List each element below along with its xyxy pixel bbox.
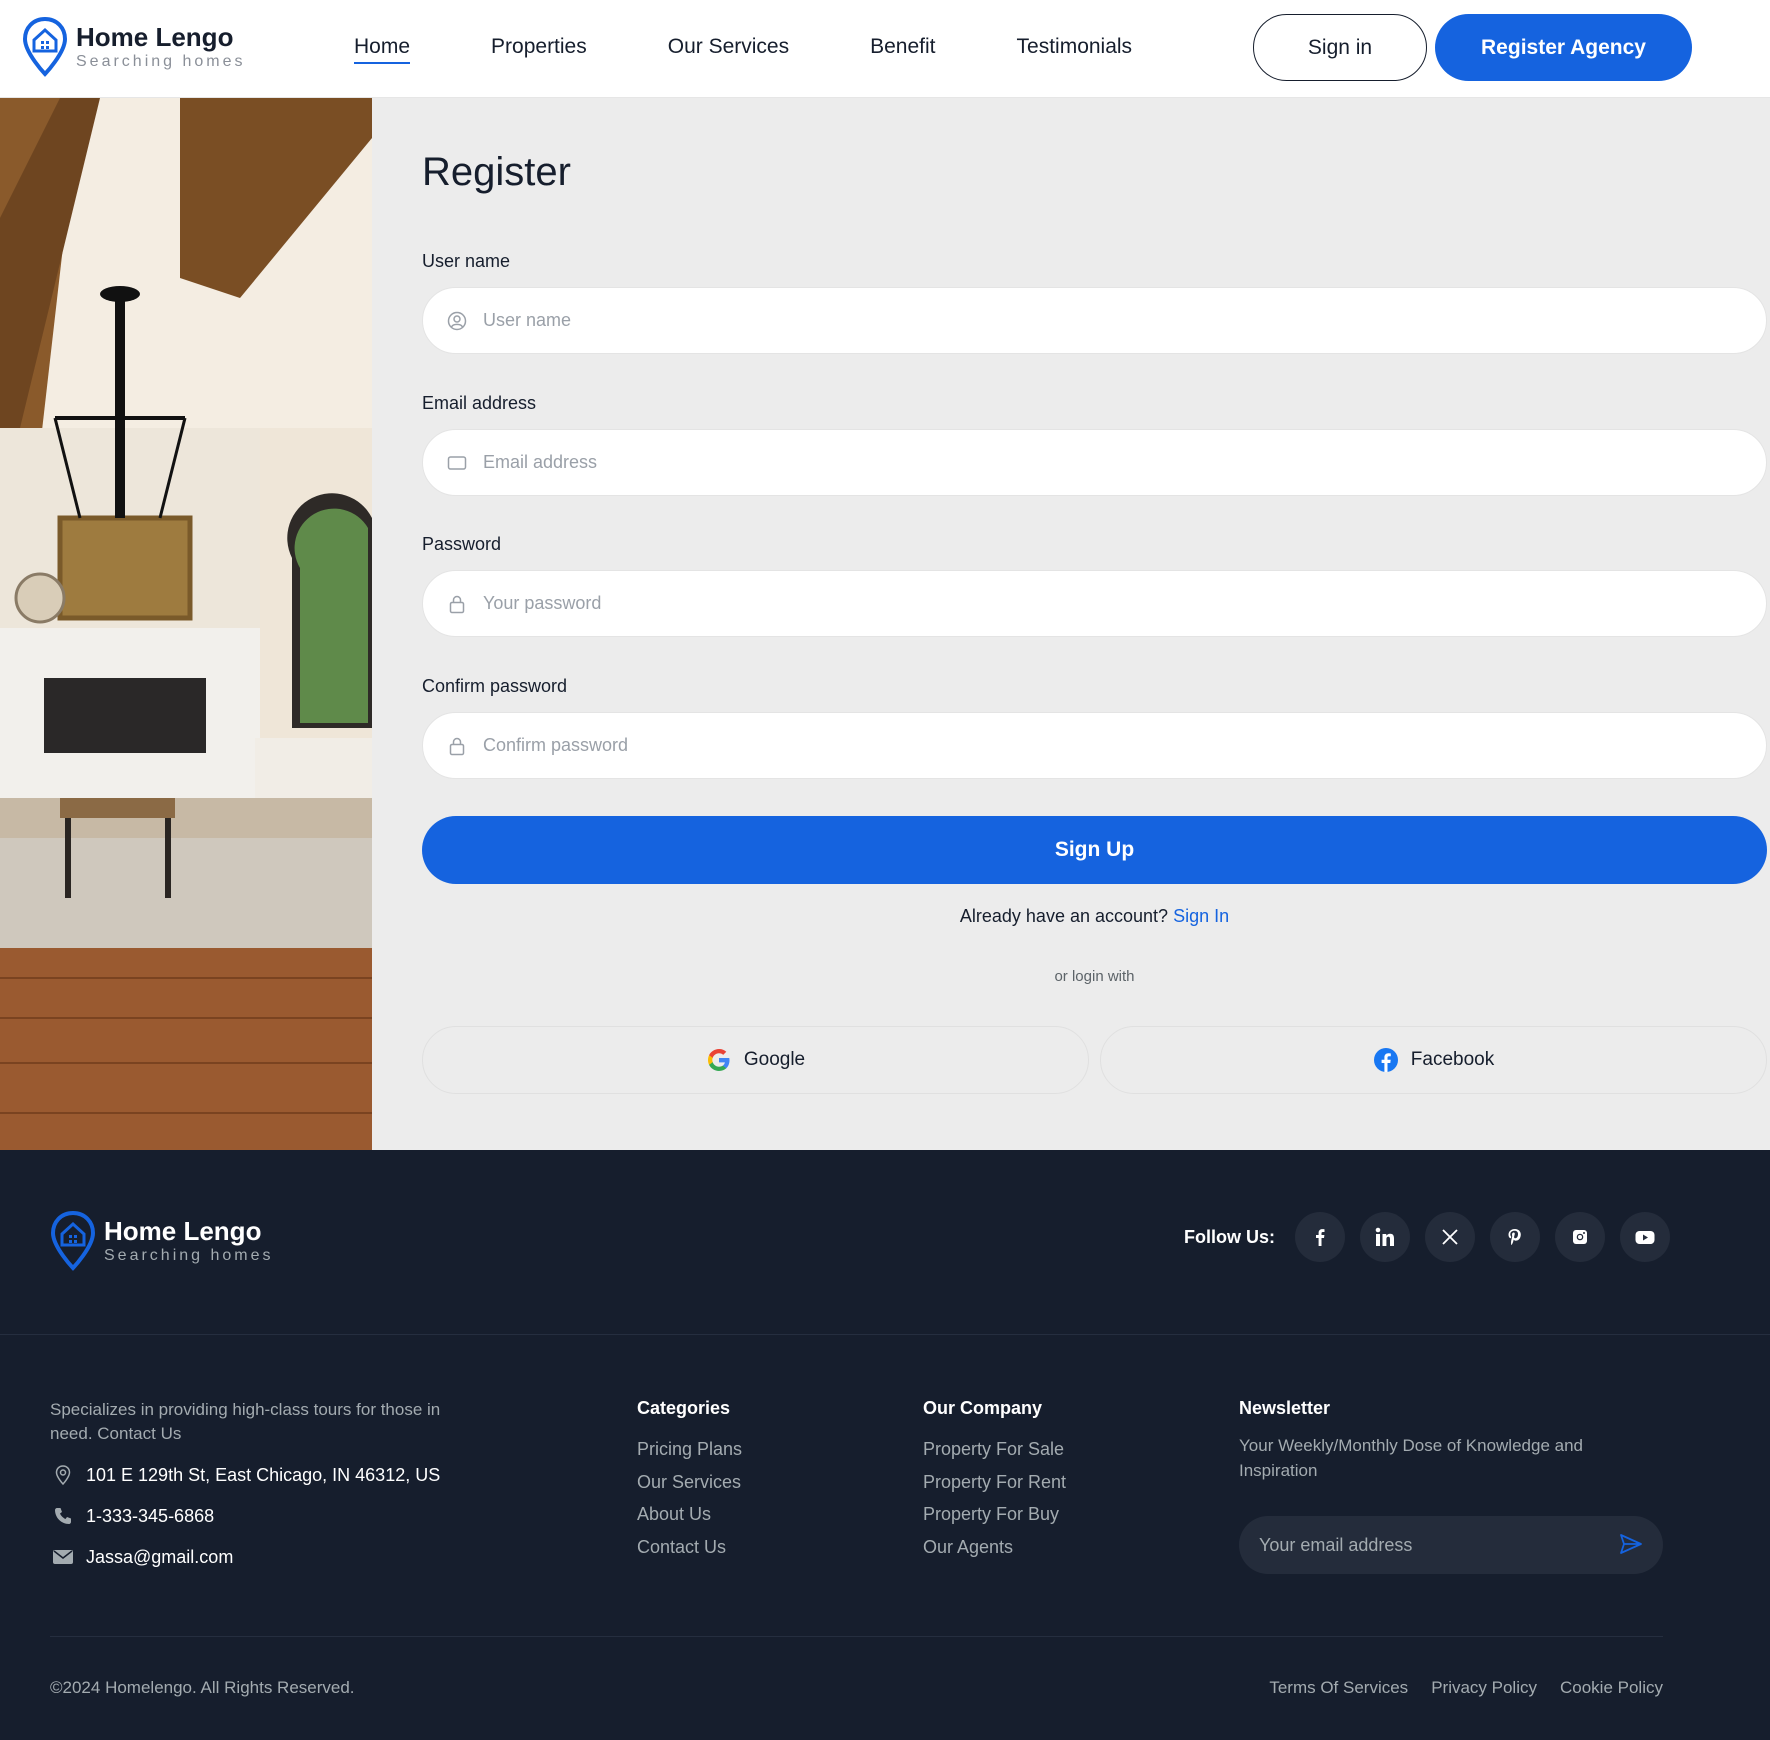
nav-benefit[interactable]: Benefit bbox=[870, 32, 935, 64]
main-nav: Home Properties Our Services Benefit Tes… bbox=[354, 32, 1213, 64]
lock-icon bbox=[447, 594, 467, 614]
facebook-icon[interactable] bbox=[1295, 1212, 1345, 1262]
username-field[interactable] bbox=[422, 287, 1767, 354]
nav-home[interactable]: Home bbox=[354, 32, 411, 64]
mail-icon bbox=[447, 453, 467, 473]
footer-divider bbox=[0, 1334, 1770, 1335]
confirm-password-label: Confirm password bbox=[422, 676, 568, 696]
footer-phone[interactable]: 1-333-345-6868 bbox=[50, 1503, 214, 1529]
footer-brand-name: Home Lengo bbox=[104, 1216, 262, 1246]
footer-address: 101 E 129th St, East Chicago, IN 46312, … bbox=[50, 1462, 440, 1488]
brand-logo[interactable]: Home Lengo Searching homes bbox=[22, 16, 246, 78]
already-account-text: Already have an account? Sign In bbox=[422, 906, 1767, 927]
footer-bottom-divider bbox=[50, 1636, 1663, 1637]
username-input[interactable] bbox=[483, 310, 1683, 331]
newsletter-field[interactable] bbox=[1239, 1516, 1663, 1574]
register-panel: Register User name Email address Passwor… bbox=[372, 98, 1770, 1150]
sign-up-button[interactable]: Sign Up bbox=[422, 816, 1767, 884]
user-icon bbox=[447, 311, 467, 331]
register-agency-button[interactable]: Register Agency bbox=[1435, 14, 1692, 81]
password-field[interactable] bbox=[422, 570, 1767, 637]
linkedin-icon[interactable] bbox=[1360, 1212, 1410, 1262]
footer-company: Our Company Property For Sale Property F… bbox=[923, 1398, 1066, 1563]
sign-in-link[interactable]: Sign In bbox=[1173, 906, 1229, 926]
facebook-icon bbox=[1373, 1048, 1398, 1072]
nav-properties[interactable]: Properties bbox=[491, 32, 587, 64]
footer-link-property-for-buy[interactable]: Property For Buy bbox=[923, 1498, 1066, 1531]
footer-link-our-agents[interactable]: Our Agents bbox=[923, 1531, 1066, 1564]
site-header: Home Lengo Searching homes Home Properti… bbox=[0, 0, 1770, 98]
sign-in-button[interactable]: Sign in bbox=[1253, 14, 1427, 81]
house-pin-icon bbox=[22, 16, 68, 77]
footer-link-about-us[interactable]: About Us bbox=[637, 1498, 742, 1531]
brand-tagline: Searching homes bbox=[76, 53, 246, 70]
facebook-label: Facebook bbox=[1410, 1049, 1495, 1070]
register-title: Register bbox=[422, 150, 571, 194]
footer-about: Specializes in providing high-class tour… bbox=[50, 1400, 441, 1443]
footer-phone-text: 1-333-345-6868 bbox=[86, 1505, 215, 1526]
newsletter-title: Newsletter bbox=[1239, 1398, 1331, 1418]
password-input[interactable] bbox=[483, 593, 1683, 614]
footer-brand-logo[interactable]: Home Lengo Searching homes bbox=[50, 1210, 274, 1272]
newsletter-description: Your Weekly/Monthly Dose of Knowledge an… bbox=[1239, 1436, 1583, 1480]
google-login-button[interactable]: Google bbox=[422, 1026, 1089, 1094]
company-title: Our Company bbox=[923, 1398, 1043, 1418]
nav-testimonials[interactable]: Testimonials bbox=[1017, 32, 1133, 64]
cookie-link[interactable]: Cookie Policy bbox=[1560, 1678, 1663, 1698]
envelope-icon bbox=[50, 1544, 76, 1570]
pinterest-icon[interactable] bbox=[1490, 1212, 1540, 1262]
email-input[interactable] bbox=[483, 452, 1683, 473]
newsletter-email-input[interactable] bbox=[1259, 1534, 1599, 1556]
email-label: Email address bbox=[422, 393, 537, 413]
footer-link-pricing-plans[interactable]: Pricing Plans bbox=[637, 1433, 742, 1466]
legal-links: Terms Of Services Privacy Policy Cookie … bbox=[1246, 1678, 1663, 1698]
copyright-text: ©2024 Homelengo. All Rights Reserved. bbox=[50, 1678, 355, 1697]
nav-our-services[interactable]: Our Services bbox=[668, 32, 789, 64]
footer-address-text: 101 E 129th St, East Chicago, IN 46312, … bbox=[86, 1464, 441, 1485]
instagram-icon[interactable] bbox=[1555, 1212, 1605, 1262]
categories-title: Categories bbox=[637, 1398, 731, 1418]
footer-email[interactable]: Jassa@gmail.com bbox=[50, 1544, 233, 1570]
confirm-password-input[interactable] bbox=[483, 735, 1683, 756]
follow-us: Follow Us: bbox=[1184, 1212, 1685, 1262]
or-login-text: or login with bbox=[1054, 968, 1135, 985]
phone-icon bbox=[50, 1503, 76, 1529]
site-footer: Home Lengo Searching homes Follow Us: Sp… bbox=[0, 1150, 1770, 1740]
confirm-password-field[interactable] bbox=[422, 712, 1767, 779]
lock-icon bbox=[447, 736, 467, 756]
already-account-label: Already have an account? bbox=[959, 906, 1169, 926]
privacy-link[interactable]: Privacy Policy bbox=[1431, 1678, 1537, 1698]
password-label: Password bbox=[422, 534, 502, 554]
google-label: Google bbox=[743, 1049, 806, 1070]
interior-photo bbox=[0, 98, 372, 1150]
footer-link-contact-us[interactable]: Contact Us bbox=[637, 1531, 742, 1564]
send-icon[interactable] bbox=[1619, 1532, 1643, 1561]
google-icon bbox=[707, 1049, 730, 1071]
footer-email-text: Jassa@gmail.com bbox=[86, 1546, 234, 1567]
facebook-login-button[interactable]: Facebook bbox=[1100, 1026, 1767, 1094]
map-pin-icon bbox=[50, 1462, 76, 1488]
terms-link[interactable]: Terms Of Services bbox=[1269, 1678, 1408, 1698]
footer-newsletter: Newsletter Your Weekly/Monthly Dose of K… bbox=[1239, 1398, 1669, 1574]
brand-name: Home Lengo bbox=[76, 22, 234, 52]
house-pin-icon bbox=[50, 1210, 96, 1271]
follow-us-label: Follow Us: bbox=[1184, 1226, 1275, 1247]
username-label: User name bbox=[422, 251, 511, 271]
footer-categories: Categories Pricing Plans Our Services Ab… bbox=[637, 1398, 742, 1563]
youtube-icon[interactable] bbox=[1620, 1212, 1670, 1262]
footer-link-property-for-rent[interactable]: Property For Rent bbox=[923, 1466, 1066, 1499]
footer-link-property-for-sale[interactable]: Property For Sale bbox=[923, 1433, 1066, 1466]
footer-brand-tagline: Searching homes bbox=[104, 1247, 274, 1264]
footer-link-our-services[interactable]: Our Services bbox=[637, 1466, 742, 1499]
x-icon[interactable] bbox=[1425, 1212, 1475, 1262]
email-field[interactable] bbox=[422, 429, 1767, 496]
